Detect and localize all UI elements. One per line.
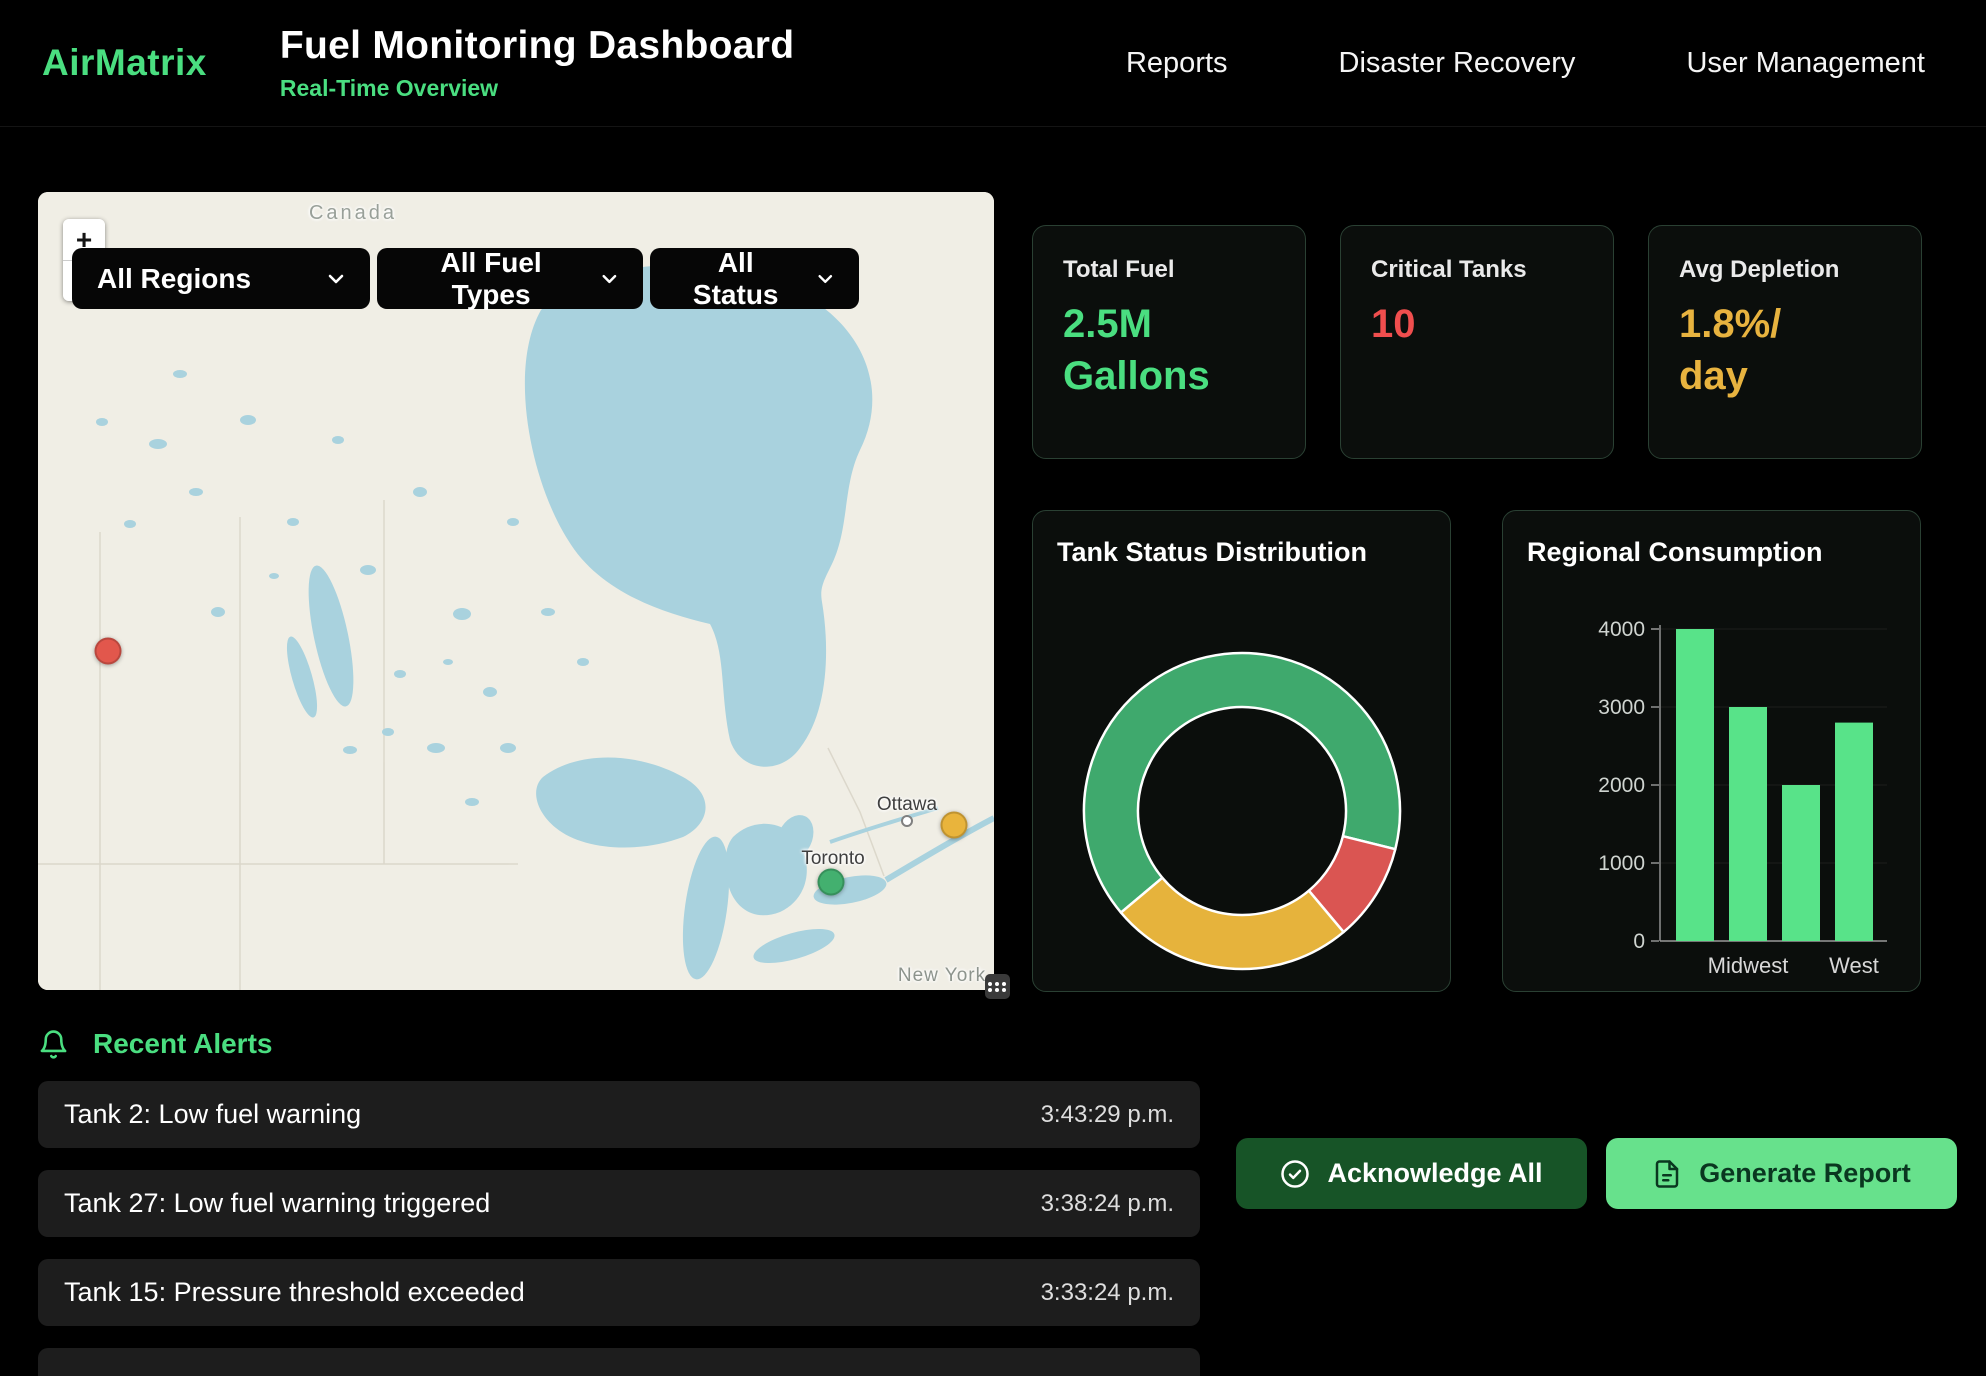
alert-text: Tank 27: Low fuel warning triggered	[64, 1188, 490, 1219]
alert-list: Tank 2: Low fuel warning 3:43:29 p.m. Ta…	[38, 1081, 1200, 1376]
map-label-ottawa: Ottawa	[877, 794, 937, 816]
main-content: Canada Ottawa Toronto New York + − All R…	[0, 127, 1986, 992]
chevron-down-icon	[324, 267, 348, 291]
bell-icon	[38, 1029, 69, 1060]
chevron-down-icon	[598, 267, 621, 291]
tank-status-card: Tank Status Distribution	[1032, 510, 1451, 992]
map-label-canada: Canada	[309, 202, 397, 225]
stat-label: Critical Tanks	[1371, 256, 1583, 284]
charts-row: Tank Status Distribution Regional Consum…	[1032, 510, 1922, 992]
alert-text: Tank 2: Low fuel warning	[64, 1099, 361, 1130]
nav-user-management[interactable]: User Management	[1686, 47, 1925, 80]
svg-text:1000: 1000	[1598, 852, 1645, 875]
check-circle-icon	[1280, 1159, 1310, 1189]
status-filter-value: All Status	[675, 247, 796, 311]
tank-marker-normal[interactable]	[818, 869, 845, 896]
acknowledge-all-button[interactable]: Acknowledge All	[1236, 1138, 1587, 1209]
svg-text:2000: 2000	[1598, 774, 1645, 797]
document-icon	[1652, 1159, 1682, 1189]
alert-timestamp: 3:43:29 p.m.	[1041, 1101, 1174, 1129]
nav-disaster-recovery[interactable]: Disaster Recovery	[1339, 47, 1576, 80]
svg-text:Midwest: Midwest	[1708, 953, 1789, 978]
alert-row[interactable]: Tank 2: Low fuel warning 3:43:29 p.m.	[38, 1081, 1200, 1148]
stat-value-line: day	[1679, 350, 1891, 402]
app-header: AirMatrix Fuel Monitoring Dashboard Real…	[0, 0, 1986, 127]
stat-label: Avg Depletion	[1679, 256, 1891, 284]
alerts-title: Recent Alerts	[93, 1028, 272, 1060]
tank-marker-critical[interactable]	[95, 638, 122, 665]
stat-value-line: Gallons	[1063, 350, 1275, 402]
stat-value-line: 1.8%/	[1679, 298, 1891, 350]
stat-value-line: 10	[1371, 298, 1583, 350]
right-column: Total Fuel 2.5M Gallons Critical Tanks 1…	[1032, 192, 1922, 992]
svg-text:0: 0	[1633, 930, 1645, 953]
chevron-down-icon	[814, 267, 837, 291]
generate-report-label: Generate Report	[1699, 1158, 1911, 1189]
tank-status-donut-chart[interactable]	[1077, 646, 1407, 976]
page-title: Fuel Monitoring Dashboard	[280, 24, 794, 68]
generate-report-button[interactable]: Generate Report	[1606, 1138, 1957, 1209]
alert-row-partial[interactable]	[38, 1348, 1200, 1376]
stat-value-line: 2.5M	[1063, 298, 1275, 350]
stats-row: Total Fuel 2.5M Gallons Critical Tanks 1…	[1032, 225, 1922, 459]
recent-alerts-section: Recent Alerts Tank 2: Low fuel warning 3…	[0, 992, 1986, 1376]
regional-consumption-card: Regional Consumption 0 1000 2000 3000 4000 Mi…	[1502, 510, 1921, 992]
fuel-type-filter-value: All Fuel Types	[402, 247, 580, 311]
alert-timestamp: 3:33:24 p.m.	[1041, 1279, 1174, 1307]
alert-timestamp: 3:38:24 p.m.	[1041, 1190, 1174, 1218]
svg-text:West: West	[1829, 953, 1879, 978]
map-filter-bar: All Regions All Fuel Types All Status	[72, 248, 859, 309]
chart-title: Tank Status Distribution	[1057, 537, 1426, 568]
alerts-body: Tank 2: Low fuel warning 3:43:29 p.m. Ta…	[38, 1081, 1957, 1376]
stat-value: 1.8%/ day	[1679, 298, 1891, 402]
nav-reports[interactable]: Reports	[1126, 47, 1228, 80]
chart-title: Regional Consumption	[1527, 537, 1896, 568]
svg-text:4000: 4000	[1598, 618, 1645, 641]
regional-consumption-bar-chart[interactable]: 0 1000 2000 3000 4000 Midwest West	[1527, 601, 1898, 981]
tank-marker-warning[interactable]	[941, 812, 968, 839]
stat-card-avg-depletion: Avg Depletion 1.8%/ day	[1648, 225, 1922, 459]
svg-text:3000: 3000	[1598, 696, 1645, 719]
map-label-toronto: Toronto	[801, 848, 864, 870]
stat-value: 10	[1371, 298, 1583, 350]
stat-card-critical-tanks: Critical Tanks 10	[1340, 225, 1614, 459]
main-nav: Reports Disaster Recovery User Managemen…	[1126, 47, 1925, 80]
stat-value: 2.5M Gallons	[1063, 298, 1275, 402]
map-resize-handle-icon[interactable]	[985, 974, 1010, 999]
brand-logo: AirMatrix	[42, 42, 207, 84]
status-filter-dropdown[interactable]: All Status	[650, 248, 859, 309]
region-filter-value: All Regions	[97, 263, 251, 295]
stat-card-total-fuel: Total Fuel 2.5M Gallons	[1032, 225, 1306, 459]
map-panel: Canada Ottawa Toronto New York + − All R…	[38, 192, 994, 990]
fuel-type-filter-dropdown[interactable]: All Fuel Types	[377, 248, 643, 309]
alert-row[interactable]: Tank 27: Low fuel warning triggered 3:38…	[38, 1170, 1200, 1237]
alert-row[interactable]: Tank 15: Pressure threshold exceeded 3:3…	[38, 1259, 1200, 1326]
map-label-new-york: New York	[898, 965, 986, 987]
map-viewport[interactable]: Canada Ottawa Toronto New York + − All R…	[38, 192, 994, 990]
acknowledge-all-label: Acknowledge All	[1327, 1158, 1542, 1189]
region-filter-dropdown[interactable]: All Regions	[72, 248, 370, 309]
map-canvas[interactable]	[38, 192, 994, 990]
title-block: Fuel Monitoring Dashboard Real-Time Over…	[280, 24, 794, 102]
alert-text: Tank 15: Pressure threshold exceeded	[64, 1277, 525, 1308]
alert-actions: Acknowledge All Generate Report	[1236, 1081, 1957, 1209]
page-subtitle: Real-Time Overview	[280, 75, 794, 102]
stat-label: Total Fuel	[1063, 256, 1275, 284]
alerts-header: Recent Alerts	[38, 1028, 1957, 1060]
